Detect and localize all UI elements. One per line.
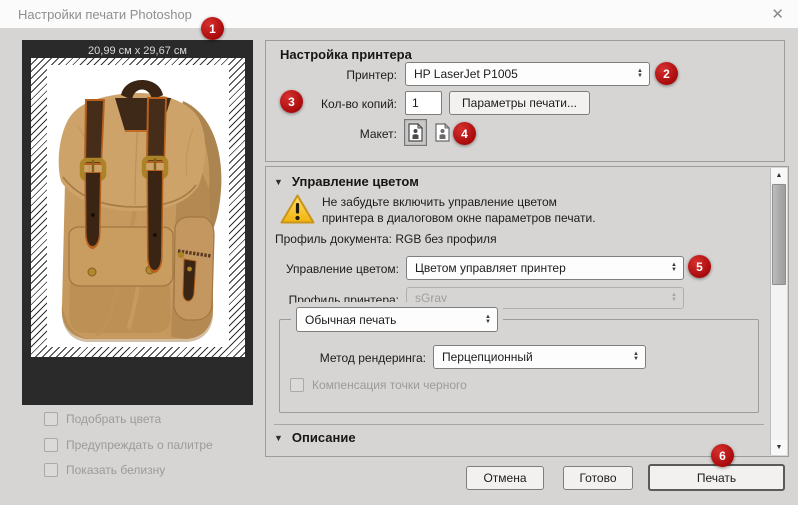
color-management-header[interactable]: ▼ Управление цветом [274,174,419,189]
collapse-triangle-icon[interactable]: ▼ [274,433,283,443]
black-point-checkbox [290,378,304,392]
description-header[interactable]: ▼ Описание [274,430,356,445]
printer-profile-select: sGray ▲ ▼ [406,287,684,309]
spinner-arrows-icon: ▲ ▼ [637,69,643,79]
gamut-warning-label: Предупреждать о палитре [66,438,213,452]
print-settings-dialog: Настройки печати Photoshop ✕ 1 2 3 4 5 6… [0,0,798,505]
match-colors-checkbox [44,412,58,426]
annotation-badge-6: 6 [711,444,734,467]
color-handling-value: Цветом управляет принтер [415,261,667,275]
show-paper-white-label: Показать белизну [66,463,165,477]
print-button[interactable]: Печать [648,464,785,491]
printer-select-value: HP LaserJet P1005 [414,67,633,81]
spinner-arrows-icon: ▲ ▼ [485,315,491,325]
layout-label: Макет: [200,127,397,141]
rendering-intent-value: Перцепционный [442,350,629,364]
print-preview-panel: 20,99 см x 29,67 см [22,40,253,405]
printer-setup-title: Настройка принтера [280,47,412,62]
print-mode-value: Обычная печать [305,313,481,327]
title-bar: Настройки печати Photoshop ✕ [0,0,798,28]
rendering-intent-select[interactable]: Перцепционный ▲ ▼ [433,345,646,369]
annotation-badge-1: 1 [201,17,224,40]
annotation-badge-4: 4 [453,122,476,145]
annotation-badge-5: 5 [688,255,711,278]
warning-line-1: Не забудьте включить управление цветом [322,194,596,210]
scroll-up-icon[interactable]: ▲ [771,168,787,183]
scroll-down-icon[interactable]: ▼ [771,440,787,455]
warning-message: Не забудьте включить управление цветом п… [322,194,596,226]
layout-portrait-button[interactable] [404,119,427,146]
color-management-panel: ▼ Управление цветом Не забудьте включить… [265,166,789,457]
printer-profile-label: Профиль принтера: [266,293,399,307]
checkbox-row-match-colors: Подобрать цвета [44,412,161,426]
gamut-warning-checkbox [44,438,58,452]
printer-profile-value: sGray [415,291,667,305]
warning-icon [279,193,316,226]
page-portrait-person-icon [408,123,423,142]
section-divider [274,424,764,425]
checkbox-row-show-paper-white: Показать белизну [44,463,165,477]
description-title: Описание [292,430,356,445]
cancel-button[interactable]: Отмена [466,466,544,490]
spinner-arrows-icon: ▲ ▼ [671,293,677,303]
black-point-label: Компенсация точки черного [312,378,467,392]
print-params-button[interactable]: Параметры печати... [449,91,590,115]
annotation-badge-3: 3 [280,90,303,113]
preview-dimensions: 20,99 см x 29,67 см [22,45,253,57]
window-title: Настройки печати Photoshop [18,7,192,22]
scrollbar[interactable]: ▲ ▼ [770,168,787,455]
spinner-arrows-icon: ▲ ▼ [671,263,677,273]
color-handling-label: Управление цветом: [266,262,399,276]
checkbox-row-black-point: Компенсация точки черного [290,378,467,392]
annotation-badge-2: 2 [655,62,678,85]
scrollbar-thumb[interactable] [772,184,786,285]
printer-select[interactable]: HP LaserJet P1005 ▲ ▼ [405,62,650,86]
layout-landscape-button[interactable] [431,119,454,146]
match-colors-label: Подобрать цвета [66,412,161,426]
print-mode-select[interactable]: Обычная печать ▲ ▼ [296,307,498,332]
warning-line-2: принтера в диалоговом окне параметров пе… [322,210,596,226]
page-landscape-person-icon [435,123,450,142]
close-icon[interactable]: ✕ [771,5,784,23]
rendering-intent-label: Метод рендеринга: [286,351,426,365]
copies-input[interactable] [405,91,442,115]
color-handling-select[interactable]: Цветом управляет принтер ▲ ▼ [406,256,684,280]
color-management-title: Управление цветом [292,174,419,189]
checkbox-row-gamut-warning: Предупреждать о палитре [44,438,213,452]
printer-label: Принтер: [200,68,397,82]
done-button[interactable]: Готово [563,466,633,490]
collapse-triangle-icon[interactable]: ▼ [274,177,283,187]
document-profile-text: Профиль документа: RGB без профиля [275,232,497,246]
spinner-arrows-icon: ▲ ▼ [633,352,639,362]
show-paper-white-checkbox [44,463,58,477]
